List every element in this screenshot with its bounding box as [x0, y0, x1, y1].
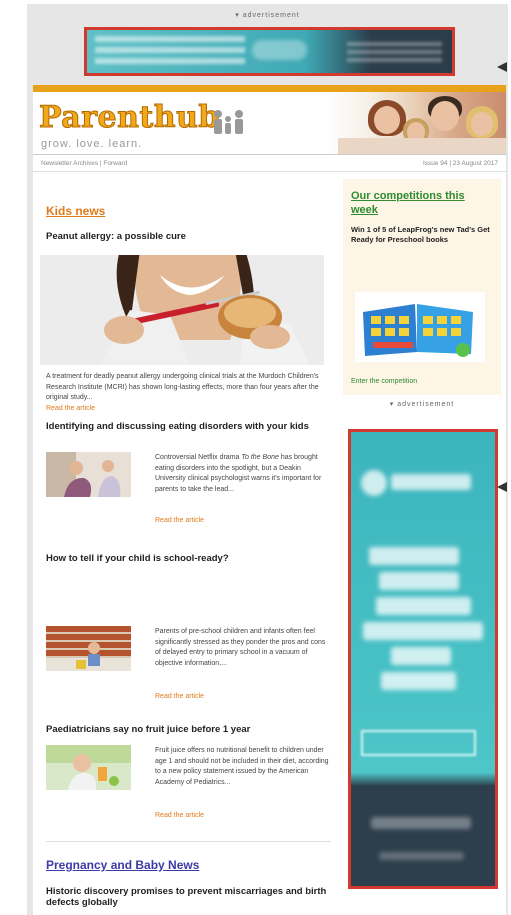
ad-blurred-headline: [391, 647, 451, 665]
newsletter-header: Parenthub grow. love. learn.: [33, 92, 506, 154]
section-title-pregnancy[interactable]: Pregnancy and Baby News: [46, 858, 199, 872]
read-article-link[interactable]: Read the article: [46, 405, 95, 412]
ad-blurred-footer: [379, 852, 464, 860]
competition-description: Win 1 of 5 of LeapFrog's new Tad's Get R…: [351, 225, 490, 244]
ad-blurred-headline: [379, 572, 459, 590]
section-divider: [46, 841, 331, 842]
family-icon: [214, 110, 243, 134]
school-ready-thumbnail: [46, 626, 131, 671]
family-photo: [328, 92, 506, 154]
annotation-arrow: [497, 62, 507, 72]
article-summary: Parents of pre-school children and infan…: [155, 628, 326, 667]
read-article-link[interactable]: Read the article: [155, 812, 204, 819]
read-article-link[interactable]: Read the article: [155, 517, 204, 524]
newsletter-subbar: Newsletter Archives | Forward Issue 94 |…: [33, 154, 506, 172]
article-summary: Controversial Netflix drama To the Bone …: [155, 453, 330, 495]
top-ad-label: ▾ advertisement: [235, 12, 300, 19]
read-article-link[interactable]: Read the article: [155, 693, 204, 700]
ad-blurred-footer: [347, 42, 442, 64]
article-summary: A treatment for deadly peanut allergy un…: [46, 373, 319, 401]
section-title-kids-news[interactable]: Kids news: [46, 204, 105, 218]
article-headline[interactable]: Paediatricians say no fruit juice before…: [46, 724, 250, 735]
competition-box: Our competitions this week Win 1 of 5 of…: [343, 179, 501, 395]
competitions-title[interactable]: Our competitions this week: [351, 189, 493, 217]
summary-text: Controversial Netflix drama: [155, 454, 242, 461]
ad-blurred-text: [95, 36, 245, 66]
sidebar-ad-label: ▾ advertisement: [389, 401, 455, 408]
ad-blurred-button[interactable]: [361, 730, 476, 756]
ad-blurred-footer: [371, 817, 471, 829]
ad-blurred-headline: [376, 597, 471, 615]
ad-blurred-logo: [361, 470, 387, 496]
article-headline[interactable]: How to tell if your child is school-read…: [46, 553, 229, 564]
article-headline[interactable]: Peanut allergy: a possible cure: [46, 231, 186, 242]
ad-blurred-headline: [363, 622, 483, 640]
newsletter-body: Parenthub grow. love. learn. Newsletter …: [33, 85, 506, 915]
article-headline[interactable]: Identifying and discussing eating disord…: [46, 421, 336, 432]
sidebar-skyscraper-ad[interactable]: [348, 429, 498, 889]
tagline: grow. love. learn.: [41, 138, 143, 150]
archives-forward-links[interactable]: Newsletter Archives | Forward: [41, 160, 127, 167]
top-banner-ad[interactable]: [84, 27, 455, 76]
fruit-juice-thumbnail: [46, 745, 131, 790]
ad-blurred-headline: [381, 672, 456, 690]
ad-blurred-logo: [252, 40, 307, 60]
ad-blurred-logo: [391, 474, 471, 490]
enter-competition-link[interactable]: Enter the competition: [351, 378, 417, 385]
leapfrog-book-image: [355, 292, 485, 362]
parenthub-logo[interactable]: Parenthub: [39, 100, 220, 136]
ad-blurred-headline: [369, 547, 459, 565]
article-hero-image: [40, 255, 324, 365]
annotation-arrow: [497, 482, 507, 492]
eating-disorder-thumbnail: [46, 452, 131, 497]
child-eating-image: [40, 255, 324, 365]
brand-bar: [33, 85, 506, 92]
show-title: To the Bone: [241, 454, 279, 461]
issue-date: Issue 94 | 23 August 2017: [422, 160, 498, 167]
article-summary: Fruit juice offers no nutritional benefi…: [155, 747, 329, 786]
email-preview-frame: ▾ advertisement Parenthub grow. love. le…: [27, 4, 508, 915]
sidebar: Our competitions this week Win 1 of 5 of…: [343, 179, 501, 889]
article-headline[interactable]: Historic discovery promises to prevent m…: [46, 886, 336, 908]
